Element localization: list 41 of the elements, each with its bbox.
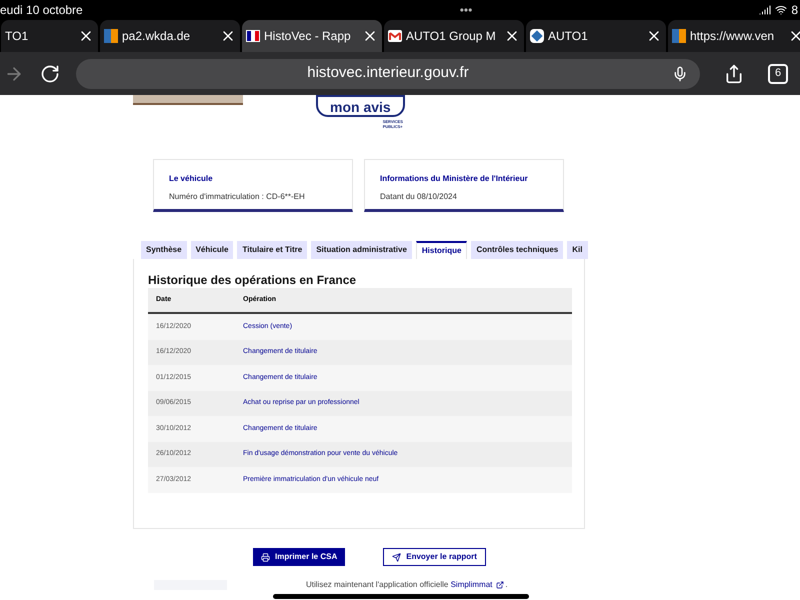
browser-tab[interactable]: AUTO1 Group M [384, 20, 524, 52]
favicon-icon [104, 29, 118, 43]
footer-text: Utilisez maintenant l'application officielle Simplimmat . [306, 579, 508, 591]
tab[interactable]: Synthèse [141, 241, 187, 259]
card-text: Numéro d'immatriculation : CD-6**-EH [169, 191, 306, 203]
card-title: Le véhicule [169, 173, 214, 185]
browser-tab[interactable]: TO1 [1, 20, 98, 52]
card-text: Datant du 08/10/2024 [380, 191, 458, 203]
address-bar[interactable]: histovec.interieur.gouv.fr [76, 58, 700, 88]
tab[interactable]: Situation administrative [311, 241, 412, 259]
section-title: Historique des opérations en France [148, 273, 358, 287]
simplimmat-link[interactable]: Simplimmat [450, 580, 492, 589]
favicon-icon [672, 29, 686, 43]
printer-icon [261, 552, 270, 562]
signal-icon [759, 4, 772, 16]
tab[interactable]: Contrôles techniques [471, 241, 564, 259]
browser-tab[interactable]: AUTO1 [526, 20, 666, 52]
browser-tab[interactable]: pa2.wkda.de [100, 20, 240, 52]
send-report-button[interactable]: Envoyer le rapport [383, 548, 486, 566]
tab[interactable]: Kil [567, 241, 588, 259]
browser-tab[interactable]: HistoVec - Rapp [242, 20, 382, 52]
status-date: eudi 10 octobre [0, 2, 83, 19]
tab-count-button[interactable]: 6 [768, 64, 788, 84]
multitasking-dots: ••• [460, 2, 472, 19]
external-link-icon [496, 580, 504, 589]
share-icon[interactable] [724, 64, 744, 84]
footer-period: . [505, 580, 508, 589]
feedback-badge[interactable]: mon avis [316, 95, 405, 117]
battery-level: 8 [791, 2, 798, 19]
tab[interactable]: Véhicule [190, 241, 234, 259]
browser-tab[interactable]: https://www.ven [668, 20, 800, 52]
flag-icon [246, 30, 260, 42]
tab[interactable]: Titulaire et Titre [237, 241, 308, 259]
send-icon [392, 552, 402, 562]
microphone-icon[interactable] [672, 66, 688, 82]
app-icon [530, 29, 544, 43]
card-title: Informations du Ministère de l'Intérieur [380, 173, 529, 185]
print-button[interactable]: Imprimer le CSA [253, 548, 346, 566]
tab[interactable]: Historique [416, 241, 468, 259]
reload-icon[interactable] [40, 64, 60, 84]
mail-icon [388, 30, 402, 42]
